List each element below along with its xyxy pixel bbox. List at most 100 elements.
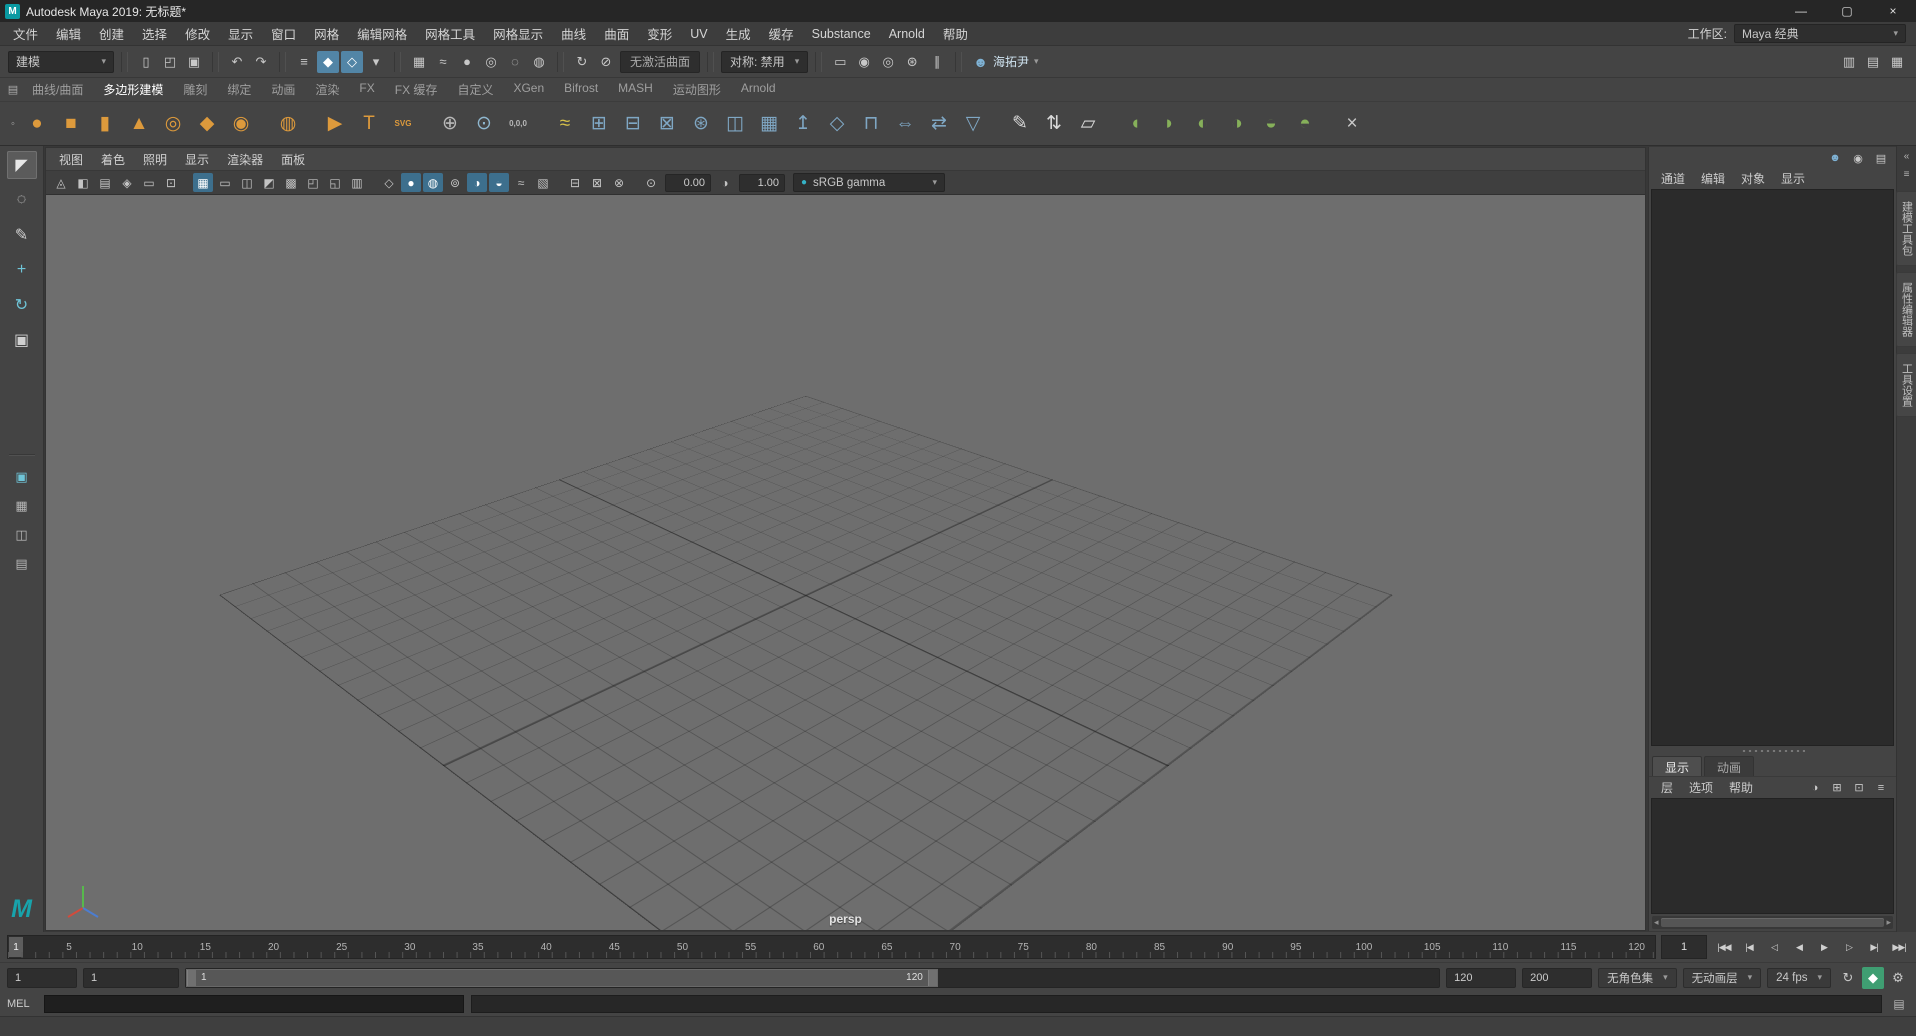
shelf-menu-icon[interactable]: ▤ [4, 83, 22, 96]
lock-camera-icon[interactable]: ◧ [73, 173, 93, 192]
ipr-render-icon[interactable]: ◎ [877, 51, 899, 73]
no-construction-history-icon[interactable]: ⊘ [595, 51, 617, 73]
lights-toggle-icon[interactable]: ⊚ [445, 173, 465, 192]
safe-action-icon[interactable]: ◰ [303, 173, 323, 192]
platonic-solid-icon[interactable]: ◍ [273, 109, 303, 139]
pause-icon[interactable]: ∥ [926, 51, 948, 73]
make-live-icon[interactable]: ◍ [528, 51, 550, 73]
user-account-chip[interactable]: ☻ 海拓尹 ▾ [969, 53, 1042, 70]
command-results[interactable] [471, 995, 1882, 1013]
selection-mask-icon[interactable]: ▾ [365, 51, 387, 73]
play-backwards-button[interactable]: ◀ [1787, 935, 1811, 959]
channel-box-menu-item[interactable]: 通道 [1653, 170, 1693, 187]
ambient-occlusion-icon[interactable]: ◒ [489, 173, 509, 192]
snap-to-curve-icon[interactable]: ≈ [432, 51, 454, 73]
separate-icon[interactable]: ⊟ [618, 109, 648, 139]
wireframe-display-icon[interactable]: ◇ [379, 173, 399, 192]
cleanup-icon[interactable]: × [1337, 109, 1367, 139]
layer-options-icon[interactable]: ≡ [1872, 779, 1890, 797]
snap-to-point-icon[interactable]: ● [456, 51, 478, 73]
render-view-icon[interactable]: ▭ [829, 51, 851, 73]
step-forward-frame-button[interactable]: ▶| [1862, 935, 1886, 959]
menu-item[interactable]: 显示 [219, 22, 262, 45]
select-by-hierarchy-icon[interactable]: ≡ [293, 51, 315, 73]
pan-zoom-icon[interactable]: ⊡ [161, 173, 181, 192]
isolate-select-icon[interactable]: ⊟ [565, 173, 585, 192]
motion-blur-icon[interactable]: ≈ [511, 173, 531, 192]
viewport-menu-item[interactable]: 照明 [134, 151, 176, 168]
range-start-handle[interactable] [187, 969, 196, 986]
viewport-menu-item[interactable]: 视图 [50, 151, 92, 168]
shelf-item-menu-icon[interactable]: ◦ [4, 118, 22, 130]
scroll-left-icon[interactable]: ◂ [1654, 917, 1659, 928]
shelf-tab[interactable]: 动画 [261, 78, 305, 101]
menu-item[interactable]: 窗口 [262, 22, 305, 45]
live-surface-field[interactable]: 无激活曲面 [620, 50, 701, 73]
step-back-frame-button[interactable]: |◀ [1737, 935, 1761, 959]
gamma-icon[interactable]: ◑ [715, 173, 735, 192]
move-tool[interactable]: + [7, 256, 37, 284]
xray-icon[interactable]: ⊠ [587, 173, 607, 192]
script-editor-icon[interactable]: ▤ [1889, 995, 1909, 1014]
redo-icon[interactable]: ↷ [250, 51, 272, 73]
svg-tool-icon[interactable]: SVG [388, 109, 418, 139]
animation-layer-dropdown[interactable]: 无动画层 ▾ [1682, 967, 1762, 988]
extrude-icon[interactable]: ↥ [788, 109, 818, 139]
panel-menu-icon[interactable]: ≡ [1899, 167, 1915, 182]
playback-loop-icon[interactable]: ↻ [1837, 967, 1859, 989]
sidebar-vertical-tab[interactable]: 建模工具包 [1895, 191, 1916, 266]
fps-dropdown[interactable]: 24 fps ▾ [1767, 967, 1831, 988]
safe-title-icon[interactable]: ◱ [325, 173, 345, 192]
shelf-tab[interactable]: 渲染 [305, 78, 349, 101]
shelf-tab[interactable]: Arnold [731, 78, 786, 101]
bridge-icon[interactable]: ⊓ [856, 109, 886, 139]
sweep-mesh-icon[interactable]: ▶ [320, 109, 350, 139]
construction-history-icon[interactable]: ↻ [571, 51, 593, 73]
symmetrize-icon[interactable]: ⇔ [890, 109, 920, 139]
shelf-tab[interactable]: XGen [503, 78, 554, 101]
shelf-tab[interactable]: 多边形建模 [93, 78, 173, 101]
person-icon[interactable]: ☻ [1826, 149, 1844, 167]
menu-item[interactable]: 编辑 [47, 22, 90, 45]
viewport-menu-item[interactable]: 着色 [92, 151, 134, 168]
menu-item[interactable]: 选择 [133, 22, 176, 45]
camera-attributes-icon[interactable]: ▤ [95, 173, 115, 192]
bookmarks-icon[interactable]: ◈ [117, 173, 137, 192]
snap-to-view-plane-icon[interactable]: ◌ [504, 51, 526, 73]
select-by-object-icon[interactable]: ◆ [317, 50, 339, 73]
layer-menu-item[interactable]: 帮助 [1721, 779, 1761, 796]
poly-pipe-icon[interactable]: ◉ [226, 109, 256, 139]
resolution-gate-icon[interactable]: ◫ [237, 173, 257, 192]
timeline-playhead[interactable]: 1 [9, 937, 23, 957]
shelf-tab[interactable]: 绑定 [217, 78, 261, 101]
shadows-toggle-icon[interactable]: ◑ [467, 173, 487, 192]
viewport-menu-item[interactable]: 面板 [272, 151, 314, 168]
current-frame-field[interactable]: 1 [1661, 935, 1707, 959]
new-layer-from-selected-icon[interactable]: ⊡ [1850, 779, 1868, 797]
exposure-icon[interactable]: ⊙ [641, 173, 661, 192]
shelf-tab[interactable]: 曲线/曲面 [22, 78, 93, 101]
mirror-icon[interactable]: ◫ [720, 109, 750, 139]
menu-item[interactable]: 帮助 [934, 22, 977, 45]
new-empty-layer-icon[interactable]: ⊞ [1828, 779, 1846, 797]
multi-cut-icon[interactable]: ✎ [1005, 109, 1035, 139]
range-slider-track[interactable]: 1 120 [185, 967, 1441, 988]
poly-torus-icon[interactable]: ◎ [158, 109, 188, 139]
symmetry-dropdown[interactable]: 对称: 禁用 ▾ [721, 50, 809, 73]
film-gate-icon[interactable]: ▭ [215, 173, 235, 192]
snap-to-grid-icon[interactable]: ▦ [408, 51, 430, 73]
panel-splitter[interactable] [1649, 746, 1896, 755]
modeling-toolkit-toggle-icon[interactable]: ▥ [1838, 51, 1860, 73]
channel-box-toggle-icon[interactable]: ▦ [1886, 51, 1908, 73]
menu-item[interactable]: 曲线 [552, 22, 595, 45]
animation-start-field[interactable]: 1 [7, 967, 77, 988]
boolean-icon[interactable]: ⊛ [686, 109, 716, 139]
attribute-editor-toggle-icon[interactable]: ▤ [1862, 51, 1884, 73]
reduce-icon[interactable]: ▽ [958, 109, 988, 139]
horizontal-scrollbar[interactable]: ◂ ▸ [1652, 916, 1893, 929]
step-forward-key-button[interactable]: ▷ [1837, 935, 1861, 959]
grab-brush-icon[interactable]: ◑ [1222, 109, 1252, 139]
lasso-tool[interactable]: ◌ [7, 186, 37, 214]
sidebar-vertical-tab[interactable]: 属性编辑器 [1895, 272, 1916, 347]
menu-item[interactable]: 生成 [717, 22, 760, 45]
